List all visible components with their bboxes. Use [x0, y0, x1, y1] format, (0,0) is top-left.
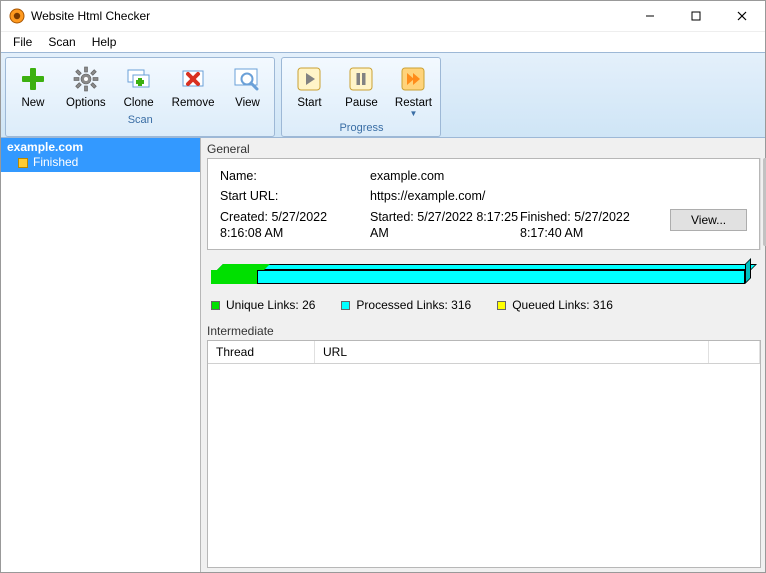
plus-icon	[17, 63, 49, 95]
progress-legend: Unique Links: 26 Processed Links: 316 Qu…	[201, 290, 765, 320]
stop-icon	[17, 157, 29, 169]
remove-icon	[177, 63, 209, 95]
new-button[interactable]: New	[8, 60, 58, 112]
column-url[interactable]: URL	[315, 341, 709, 363]
column-thread[interactable]: Thread	[208, 341, 315, 363]
magnifier-icon	[231, 63, 263, 95]
minimize-button[interactable]	[627, 1, 673, 31]
menu-scan[interactable]: Scan	[40, 33, 83, 51]
clone-button[interactable]: Clone	[114, 60, 164, 112]
grid-header: Thread URL	[208, 341, 760, 364]
scrollbar[interactable]	[760, 158, 763, 250]
progress-bar	[211, 264, 751, 284]
starturl-value: https://example.com/	[370, 189, 747, 203]
options-button[interactable]: Options	[60, 60, 112, 112]
started-cell: Started: 5/27/2022 8:17:25 AM	[370, 209, 520, 241]
clone-icon	[123, 63, 155, 95]
play-icon	[293, 63, 325, 95]
column-empty	[709, 341, 760, 363]
ribbon-group-progress-label: Progress	[284, 120, 438, 136]
sidebar-site-name: example.com	[7, 140, 200, 155]
ribbon: New	[1, 52, 765, 138]
legend-processed: Processed Links: 316	[341, 298, 471, 312]
legend-unique: Unique Links: 26	[211, 298, 315, 312]
name-value: example.com	[370, 169, 747, 183]
app-window: Website Html Checker File Scan Help New	[0, 0, 766, 573]
legend-queued: Queued Links: 316	[497, 298, 613, 312]
view-button[interactable]: View	[222, 60, 272, 112]
finished-cell: Finished: 5/27/2022 8:17:40 AM	[520, 209, 670, 241]
pause-button[interactable]: Pause	[336, 60, 386, 120]
swatch-yellow-icon	[497, 301, 506, 310]
sidebar-site-status: Finished	[33, 155, 78, 170]
general-section-label: General	[201, 138, 765, 158]
gear-icon	[70, 63, 102, 95]
view-details-button[interactable]: View...	[670, 209, 747, 231]
created-cell: Created: 5/27/2022 8:16:08 AM	[220, 209, 370, 241]
swatch-cyan-icon	[341, 301, 350, 310]
restart-icon	[397, 63, 429, 95]
maximize-button[interactable]	[673, 1, 719, 31]
body: example.com Finished General Name: examp…	[1, 138, 765, 572]
name-label: Name:	[220, 169, 370, 183]
menu-help[interactable]: Help	[84, 33, 125, 51]
sidebar-site-item[interactable]: example.com Finished	[1, 138, 200, 172]
menubar: File Scan Help	[1, 32, 765, 52]
remove-button[interactable]: Remove	[166, 60, 221, 112]
sidebar: example.com Finished	[1, 138, 201, 572]
swatch-green-icon	[211, 301, 220, 310]
chevron-down-icon: ▼	[410, 110, 418, 118]
ribbon-group-scan-label: Scan	[8, 112, 272, 128]
close-button[interactable]	[719, 1, 765, 31]
ribbon-group-scan: New	[5, 57, 275, 137]
general-panel: Name: example.com Start URL: https://exa…	[207, 158, 760, 250]
start-button[interactable]: Start	[284, 60, 334, 120]
intermediate-grid: Thread URL	[207, 340, 761, 568]
ribbon-group-progress: Start Pause	[281, 57, 441, 137]
intermediate-section-label: Intermediate	[201, 320, 765, 340]
pause-icon	[345, 63, 377, 95]
restart-button[interactable]: Restart ▼	[388, 60, 438, 120]
content-pane: General Name: example.com Start URL: htt…	[201, 138, 765, 572]
titlebar: Website Html Checker	[1, 1, 765, 32]
menu-file[interactable]: File	[5, 33, 40, 51]
app-icon	[9, 8, 25, 24]
sidebar-site-status-row: Finished	[7, 155, 200, 170]
window-title: Website Html Checker	[31, 9, 627, 23]
starturl-label: Start URL:	[220, 189, 370, 203]
